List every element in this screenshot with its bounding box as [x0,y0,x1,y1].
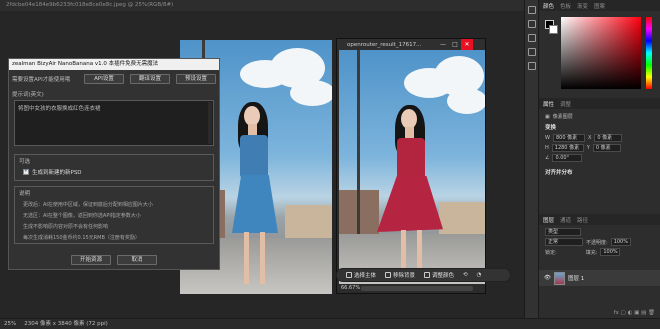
transform-header[interactable]: 变换 [539,121,660,133]
options-group: 可选 生成到新建的新PSD [14,154,214,181]
visibility-eye-icon[interactable]: 👁 [544,275,551,281]
transform-icon[interactable]: ⟲ [460,270,471,280]
x-field[interactable]: 0 像素 [594,134,623,142]
info-icon[interactable] [527,62,536,70]
align-distribute-header[interactable]: 对齐并分布 [539,163,660,178]
generate-psd-checkbox[interactable] [23,167,29,175]
document-info: 2304 像素 x 3840 像素 (72 ppi) [24,321,108,327]
result-preview-window[interactable]: openrouter_result_17617... — □ ✕ 66.67% [336,38,486,294]
zoom-level[interactable]: 25% [4,319,16,329]
layers-footer: fx ▢ ◐ ▣ ▤ 🗑 [539,308,660,318]
generate-psd-label: 生成到新建的新PSD [32,170,82,176]
remove-background-button[interactable]: 移除背景 [382,270,418,280]
h-label: H [545,145,549,151]
angle-icon: ∠ [545,155,550,161]
pixel-layer-icon: ▣ [545,113,550,120]
layer-item[interactable]: 👁 图层 1 [539,270,660,286]
status-bar: 25% 2304 像素 x 3840 像素 (72 ppi) [0,318,660,329]
options-label: 可选 [19,159,31,165]
lock-label: 锁定: [545,249,557,256]
layer-name[interactable]: 图层 1 [568,274,584,282]
translate-settings-button[interactable]: 翻译设置 [130,74,170,84]
plugin-title: zealman BizyAir NanoBanana v1.0 本插件免费无需魔… [9,59,219,70]
prompt-label: 提示词(英文) [12,92,44,98]
prompt-textarea[interactable]: 将图中女孩的衣服换成红色连衣裙 [14,100,214,146]
hue-slider[interactable] [646,17,652,89]
plugin-dialog: zealman BizyAir NanoBanana v1.0 本插件免费无需魔… [8,58,220,270]
note-line: 无选区：AI在整个图像，返回到你选API指定参数大小 [23,213,141,219]
generate-psd-option[interactable]: 生成到新建的新PSD [15,167,213,180]
api-settings-button[interactable]: API设置 [84,74,124,84]
play-icon[interactable] [527,20,536,28]
right-panels: 颜色 色板 渐变 图案 属性 调整 ▣ 像素图层 变换 W 800 像素 X 0 … [538,0,660,318]
color-panel-tabs: 颜色 色板 渐变 图案 [539,0,660,11]
brush-icon[interactable] [527,48,536,56]
note-line: 生成不影响原内容对原不会有任何影响 [23,224,109,230]
layer-kind-filter[interactable]: 类型 [545,228,581,236]
width-field[interactable]: 800 像素 [552,134,585,142]
tab-patterns[interactable]: 图案 [594,2,605,10]
tab-swatches[interactable]: 色板 [560,2,571,10]
close-button[interactable]: ✕ [461,39,473,50]
adjust-color-button[interactable]: 调整颜色 [421,270,457,280]
opacity-label: 不透明度: [586,239,608,246]
minimize-button[interactable]: — [437,39,449,50]
background-color-swatch[interactable] [549,25,558,34]
note-line: 更改后：AI在使用中区域，保证到底后分配到相应图片大小 [23,202,153,208]
result-photo [339,50,485,286]
tab-adjustments[interactable]: 调整 [560,100,571,108]
notes-label: 说明 [19,191,31,197]
fill-label: 填充: [585,249,598,256]
preview-zoom: 66.67% [341,285,361,291]
angle-field[interactable]: 0.00° [552,154,583,162]
tab-gradients[interactable]: 渐变 [577,2,588,10]
color-picker-field[interactable] [561,17,641,89]
tab-channels[interactable]: 通道 [560,216,571,224]
tab-color[interactable]: 颜色 [543,2,554,10]
note-line: 每次生成消耗150金币约0.15元RMB（注册有奖励） [23,235,140,241]
select-subject-icon [346,272,352,278]
select-subject-button[interactable]: 选择主体 [343,270,379,280]
tab-paths[interactable]: 路径 [577,216,588,224]
adjust-color-icon [424,272,431,278]
document-tab[interactable]: 2fdcbe04e184e9b6233fc018e8ce0e8c.jpeg @ … [0,0,524,11]
preview-status: 66.67% [337,284,485,293]
start-button[interactable]: 开始资源 [71,255,111,265]
pixel-layer-label: 像素图层 [552,114,573,120]
panel-icon-strip [524,0,538,318]
layer-actions-icons[interactable]: fx ▢ ◐ ▣ ▤ 🗑 [614,310,655,316]
properties-panel: 属性 调整 ▣ 像素图层 变换 W 800 像素 X 0 像素 H 1280 像素… [539,98,660,178]
y-field[interactable]: 0 像素 [592,144,621,152]
maximize-button[interactable]: □ [449,39,461,50]
notes-group: 说明 更改后：AI在使用中区域，保证到底后分配到相应图片大小 无选区：AI在整个… [14,186,214,244]
preset-settings-button[interactable]: 预设设置 [176,74,216,84]
x-label: X [587,135,592,141]
preview-titlebar[interactable]: openrouter_result_17617... — □ ✕ [337,39,485,50]
history-icon[interactable] [527,6,536,14]
opacity-field[interactable]: 100% [610,238,631,246]
height-field[interactable]: 1280 像素 [551,144,584,152]
fill-field[interactable]: 100% [600,248,621,256]
layer-thumbnail [553,271,565,285]
contextual-task-bar: 选择主体 移除背景 调整颜色 ⟲ ◔ [336,268,511,282]
prompt-text: 将图中女孩的衣服换成红色连衣裙 [18,106,101,112]
tab-properties[interactable]: 属性 [543,100,554,108]
layers-panel: 图层 通道 路径 类型 正常 不透明度: 100% 锁定: 填充: 100% [539,214,660,257]
preview-title: openrouter_result_17617... [347,41,422,48]
blend-mode-select[interactable]: 正常 [545,238,583,246]
adjust-icon[interactable] [527,34,536,42]
more-options-icon[interactable]: ◔ [474,270,485,280]
horizontal-scrollbar[interactable] [361,286,473,291]
api-hint: 需要设置API才能使用哦 [12,77,71,83]
cancel-button[interactable]: 取消 [117,255,157,265]
remove-background-icon [385,272,392,278]
w-label: W [545,135,550,141]
tab-layers[interactable]: 图层 [543,216,554,224]
y-label: Y [586,145,590,151]
prompt-scrollbar[interactable] [208,102,212,144]
